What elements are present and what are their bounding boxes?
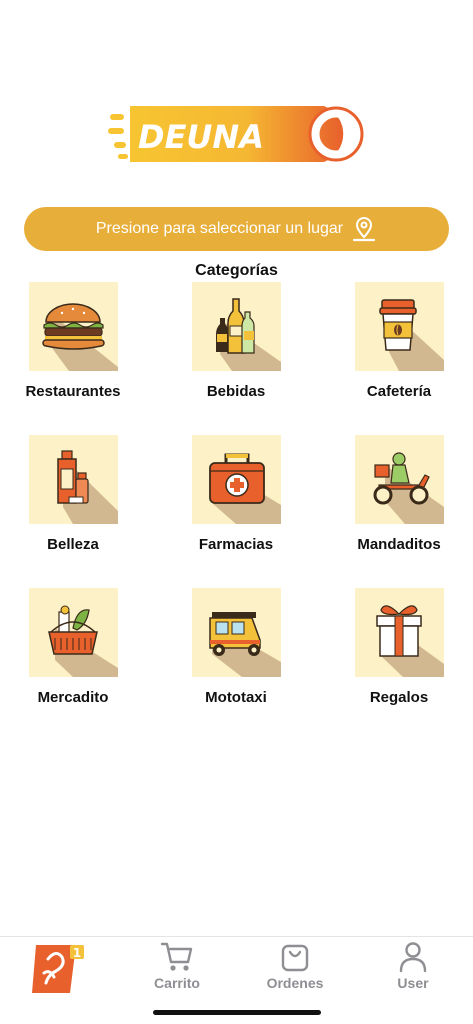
category-tile — [28, 435, 118, 524]
tab-ordenes[interactable]: Ordenes — [236, 937, 354, 997]
mototaxi-icon — [208, 612, 281, 677]
gift-icon — [375, 605, 444, 677]
home-logo-icon: 1 — [32, 945, 84, 993]
category-label: Farmacias — [198, 536, 274, 553]
user-icon — [399, 942, 427, 973]
category-farmacias[interactable]: Farmacias — [161, 435, 311, 553]
category-restaurantes[interactable]: Restaurantes — [0, 282, 148, 400]
category-label: Bebidas — [206, 383, 266, 400]
home-indicator — [153, 1010, 321, 1015]
app-logo: DEUNA — [108, 100, 364, 168]
coffee-cup-icon — [378, 299, 444, 371]
first-aid-kit-icon — [208, 453, 281, 524]
category-mercadito[interactable]: Mercadito — [0, 588, 148, 706]
category-mandaditos[interactable]: Mandaditos — [324, 435, 473, 553]
category-bebidas[interactable]: Bebidas — [161, 282, 311, 400]
category-label: Restaurantes — [25, 383, 121, 400]
category-tile — [28, 588, 118, 677]
bag-icon — [281, 944, 309, 972]
category-tile — [354, 282, 444, 371]
select-location-label: Presione para saleccionar un lugar — [95, 220, 344, 237]
category-mototaxi[interactable]: Mototaxi — [161, 588, 311, 706]
map-pin-icon — [353, 216, 376, 242]
category-belleza[interactable]: Belleza — [0, 435, 148, 553]
cart-count-badge: 1 — [73, 946, 81, 960]
category-tile — [191, 282, 281, 371]
category-tile — [28, 282, 118, 371]
categories-title: Categorías — [195, 262, 278, 279]
grocery-basket-icon — [47, 605, 118, 677]
category-label: Mototaxi — [205, 689, 267, 706]
category-label: Belleza — [47, 536, 99, 553]
tab-carrito[interactable]: Carrito — [118, 937, 236, 997]
category-regalos[interactable]: Regalos — [324, 588, 473, 706]
category-tile — [191, 588, 281, 677]
tab-label: User — [397, 975, 429, 991]
tab-label: Carrito — [154, 975, 200, 991]
cosmetics-icon — [56, 450, 118, 524]
category-label: Regalos — [369, 689, 429, 706]
tab-home[interactable]: 1 — [0, 937, 118, 997]
select-location-button[interactable]: Presione para saleccionar un lugar — [24, 207, 449, 251]
category-cafeteria[interactable]: Cafetería — [324, 282, 473, 400]
category-label: Mandaditos — [357, 536, 441, 553]
category-tile — [354, 435, 444, 524]
category-tile — [191, 435, 281, 524]
category-label: Mercadito — [37, 689, 109, 706]
tab-label: Ordenes — [266, 975, 324, 991]
logo-text-a: DEUNA — [138, 118, 264, 156]
category-label: Cafetería — [366, 383, 432, 400]
burger-icon — [41, 303, 118, 371]
tab-user[interactable]: User — [354, 937, 472, 997]
category-tile — [354, 588, 444, 677]
delivery-scooter-icon — [373, 452, 444, 524]
cart-icon — [160, 942, 193, 971]
bottles-icon — [215, 298, 281, 371]
